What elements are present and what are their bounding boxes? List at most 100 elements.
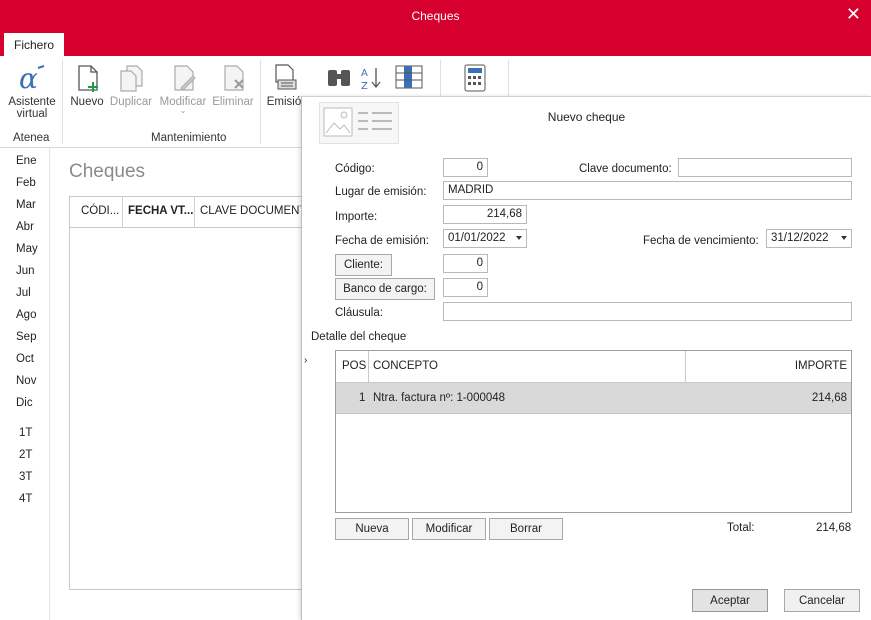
grid-col-clave[interactable]: CLAVE DOCUMENT	[200, 205, 308, 217]
chevron-right-icon[interactable]: ›	[304, 355, 307, 366]
clausula-input[interactable]	[443, 302, 852, 321]
eliminar-label: Eliminar	[212, 96, 254, 108]
calculator-button[interactable]	[458, 62, 492, 96]
month-may[interactable]: May	[16, 243, 38, 255]
fecha-emision-value: 01/01/2022	[448, 232, 506, 244]
window-title: Cheques	[411, 9, 460, 23]
quarter-2t[interactable]: 2T	[19, 449, 32, 461]
fecha-vencimiento-value: 31/12/2022	[771, 232, 829, 244]
month-jul[interactable]: Jul	[16, 287, 31, 299]
duplicate-icon	[120, 65, 143, 92]
grid-col-codigo[interactable]: CÓDI...	[81, 205, 119, 217]
month-ago[interactable]: Ago	[16, 309, 36, 321]
ribbon-separator	[260, 60, 261, 144]
col-pos[interactable]: POS	[342, 360, 366, 372]
columns-button[interactable]	[392, 62, 426, 96]
col-importe[interactable]: IMPORTE	[795, 360, 847, 372]
importe-label: Importe:	[335, 211, 378, 223]
ribbon-separator	[62, 60, 63, 144]
duplicar-button[interactable]: Duplicar	[108, 62, 154, 108]
new-document-icon	[78, 65, 98, 92]
cheques-grid[interactable]: CÓDI... FECHA VT... CLAVE DOCUMENT	[69, 196, 309, 590]
month-abr[interactable]: Abr	[16, 221, 34, 233]
row-importe: 214,68	[811, 392, 847, 404]
modificar-line-button[interactable]: Modificar	[412, 518, 486, 540]
row-pos: 1	[359, 392, 366, 404]
ribbon-tab-bar: Fichero	[0, 32, 871, 56]
lugar-emision-input[interactable]: MADRID	[443, 181, 852, 200]
total-label: Total:	[727, 522, 755, 534]
search-button[interactable]	[324, 62, 356, 96]
fecha-emision-label: Fecha de emisión:	[335, 235, 429, 247]
banco-cargo-button[interactable]: Banco de cargo:	[335, 278, 435, 300]
month-nov[interactable]: Nov	[16, 375, 36, 387]
close-icon[interactable]: ✕	[846, 4, 861, 25]
codigo-input[interactable]: 0	[443, 158, 488, 177]
codigo-label: Código:	[335, 163, 375, 175]
assistant-button[interactable]: α Asistente virtual	[8, 62, 56, 120]
month-mar[interactable]: Mar	[16, 199, 36, 211]
chevron-down-icon: ⌄	[179, 106, 187, 115]
aceptar-button[interactable]: Aceptar	[692, 589, 768, 612]
fecha-emision-picker[interactable]: 01/01/2022	[443, 229, 527, 248]
fecha-vencimiento-picker[interactable]: 31/12/2022	[766, 229, 852, 248]
col-separator[interactable]	[368, 351, 369, 383]
svg-text:α: α	[19, 62, 38, 94]
chevron-down-icon[interactable]	[516, 236, 522, 240]
emision-label: Emisió	[266, 96, 302, 108]
title-bar: Cheques ✕	[0, 0, 871, 32]
grid-header: CÓDI... FECHA VT... CLAVE DOCUMENT	[70, 197, 308, 228]
banco-cargo-input[interactable]: 0	[443, 278, 488, 297]
grid-col-fecha[interactable]: FECHA VT...	[128, 205, 193, 217]
grid-col-separator[interactable]	[194, 197, 195, 228]
col-concepto[interactable]: CONCEPTO	[373, 360, 438, 372]
assistant-label-2: virtual	[16, 108, 48, 120]
grid-col-separator[interactable]	[122, 197, 123, 228]
print-document-icon	[275, 64, 297, 90]
month-ene[interactable]: Ene	[16, 155, 36, 167]
sort-button[interactable]: A Z	[358, 62, 384, 96]
clave-documento-input[interactable]	[678, 158, 852, 177]
eliminar-button[interactable]: Eliminar	[211, 62, 255, 108]
quarter-4t[interactable]: 4T	[19, 493, 32, 505]
quarter-1t[interactable]: 1T	[19, 427, 32, 439]
period-sidebar: Ene Feb Mar Abr May Jun Jul Ago Sep Oct …	[0, 148, 50, 620]
binoculars-icon	[328, 70, 350, 86]
detalle-table[interactable]: POS CONCEPTO IMPORTE 1 Ntra. factura nº:…	[335, 350, 852, 513]
table-row[interactable]: 1 Ntra. factura nº: 1-000048 214,68	[336, 383, 851, 414]
group-label-mantenimiento: Mantenimiento	[151, 132, 227, 144]
svg-text:Z: Z	[361, 81, 368, 92]
dialog-title: Nuevo cheque	[547, 110, 626, 124]
tab-fichero[interactable]: Fichero	[4, 33, 65, 56]
borrar-line-button[interactable]: Borrar	[489, 518, 563, 540]
col-separator[interactable]	[685, 351, 686, 383]
nueva-line-button[interactable]: Nueva	[335, 518, 409, 540]
cliente-input[interactable]: 0	[443, 254, 488, 273]
month-sep[interactable]: Sep	[16, 331, 36, 343]
delete-document-icon	[224, 65, 244, 91]
chevron-down-icon[interactable]	[841, 236, 847, 240]
quarter-3t[interactable]: 3T	[19, 471, 32, 483]
group-label-atenea: Atenea	[13, 132, 50, 144]
cliente-button[interactable]: Cliente:	[335, 254, 392, 276]
clave-documento-label: Clave documento:	[579, 163, 672, 175]
svg-text:A: A	[361, 68, 368, 79]
assistant-label-1: Asistente	[8, 96, 56, 108]
emision-button[interactable]: Emisió	[266, 62, 302, 108]
month-dic[interactable]: Dic	[16, 397, 33, 409]
detalle-table-header: POS CONCEPTO IMPORTE	[336, 351, 851, 383]
total-value: 214,68	[816, 522, 852, 534]
fecha-vencimiento-label: Fecha de vencimiento:	[643, 235, 759, 247]
alpha-icon: α	[19, 62, 45, 94]
month-jun[interactable]: Jun	[16, 265, 35, 277]
importe-input[interactable]: 214,68	[443, 205, 527, 224]
month-feb[interactable]: Feb	[16, 177, 36, 189]
detalle-label: Detalle del cheque	[311, 331, 407, 343]
grid-columns-icon	[395, 65, 423, 89]
row-concepto: Ntra. factura nº: 1-000048	[373, 392, 506, 404]
nuevo-cheque-dialog: Nuevo cheque Código: 0 Clave documento: …	[301, 96, 871, 620]
modificar-button[interactable]: Modificar ⌄	[157, 62, 209, 115]
cancelar-button[interactable]: Cancelar	[784, 589, 860, 612]
month-oct[interactable]: Oct	[16, 353, 34, 365]
nuevo-button[interactable]: Nuevo	[68, 62, 106, 108]
